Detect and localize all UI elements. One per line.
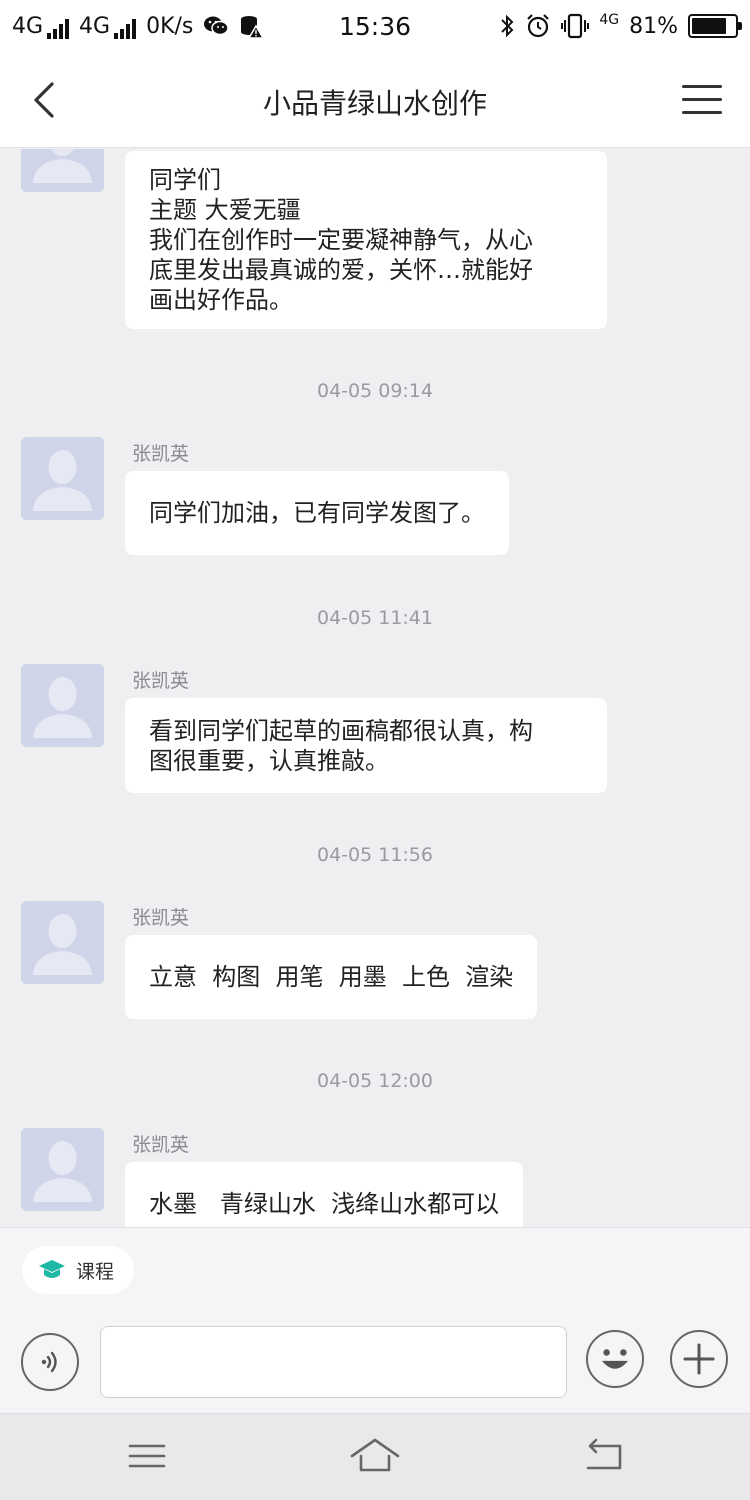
signal-1: 4G: [12, 13, 70, 39]
battery-icon: [688, 14, 742, 38]
back-arrow-icon[interactable]: [26, 80, 66, 120]
sender-name: 张凯英: [132, 1134, 190, 1156]
plus-icon: [683, 1343, 715, 1375]
status-bar: 4G 4G 0K/s 15:36 4G 81%: [0, 0, 750, 52]
message-bubble: 同学们加油，已有同学发图了。: [125, 471, 509, 555]
default-user-icon: [21, 1128, 104, 1211]
message-input[interactable]: [100, 1326, 567, 1398]
home-icon[interactable]: [350, 1434, 400, 1478]
message-item: 张凯英 看到同学们起草的画稿都很认真，构 图很重要，认真推敲。: [0, 664, 750, 794]
avatar[interactable]: [21, 1128, 104, 1211]
page-title: 小品青绿山水创作: [262, 87, 487, 120]
course-label: 课程: [76, 1260, 115, 1283]
course-button[interactable]: 课程: [22, 1246, 135, 1294]
message-bubble: 同学们 主题 大爱无疆 我们在创作时一定要凝神静气，从心 底里发出最真诚的爱，关…: [125, 151, 607, 329]
wechat-icon: [204, 16, 230, 36]
graduation-cap-icon: [39, 1260, 65, 1278]
default-user-icon: [21, 437, 104, 520]
voice-button[interactable]: [21, 1333, 79, 1391]
nav-bar: 小品青绿山水创作: [0, 52, 750, 148]
battery-fill: [692, 18, 727, 34]
network-type-3: 4G: [599, 12, 620, 28]
menu-icon[interactable]: [682, 85, 722, 115]
timestamp: 04-05 12:00: [316, 1070, 433, 1092]
network-type-1: 4G: [12, 13, 44, 39]
system-nav-bar: [0, 1413, 750, 1500]
avatar[interactable]: [21, 664, 104, 747]
signal-bars-icon: [47, 18, 70, 39]
message-item: 张凯英 水墨 青绿山水 浅绛山水都可以: [0, 1128, 750, 1227]
message-bubble: 水墨 青绿山水 浅绛山水都可以: [125, 1162, 524, 1227]
timestamp: 04-05 11:56: [316, 844, 433, 866]
recent-apps-icon[interactable]: [122, 1434, 172, 1478]
chat-area[interactable]: 同学们 主题 大爱无疆 我们在创作时一定要凝神静气，从心 底里发出最真诚的爱，关…: [0, 149, 750, 1227]
message-item: 张凯英 立意 构图 用笔 用墨 上色 渲染: [0, 901, 750, 1021]
timestamp: 04-05 09:14: [316, 380, 433, 402]
emoji-button[interactable]: [586, 1330, 644, 1388]
message-item: 张凯英 同学们加油，已有同学发图了。: [0, 437, 750, 557]
back-nav-icon[interactable]: [578, 1434, 628, 1478]
storage-warning-icon: [241, 16, 264, 38]
default-user-icon: [21, 149, 104, 192]
signal-2: 4G: [79, 13, 137, 39]
more-button[interactable]: [670, 1330, 728, 1388]
default-user-icon: [21, 901, 104, 984]
default-user-icon: [21, 664, 104, 747]
message-bubble: 看到同学们起草的画稿都很认真，构 图很重要，认真推敲。: [125, 698, 607, 793]
vibrate-icon: [561, 13, 590, 39]
network-speed: 0K/s: [146, 13, 194, 39]
alarm-icon: [527, 14, 550, 38]
battery-percent: 81%: [629, 13, 678, 39]
avatar[interactable]: [21, 901, 104, 984]
avatar[interactable]: [21, 437, 104, 520]
sender-name: 张凯英: [132, 670, 190, 692]
timestamp: 04-05 11:41: [316, 607, 433, 629]
status-left: 4G 4G 0K/s: [12, 13, 264, 39]
smiley-icon: [601, 1349, 629, 1369]
message-item: 同学们 主题 大爱无疆 我们在创作时一定要凝神静气，从心 底里发出最真诚的爱，关…: [0, 149, 750, 339]
status-right: 4G 81%: [499, 12, 742, 39]
sender-name: 张凯英: [132, 443, 190, 465]
input-panel: 课程: [0, 1227, 750, 1413]
voice-icon: [41, 1351, 57, 1373]
message-bubble: 立意 构图 用笔 用墨 上色 渲染: [125, 935, 538, 1019]
avatar[interactable]: [21, 149, 104, 192]
network-type-2: 4G: [79, 13, 111, 39]
bluetooth-icon: [501, 14, 514, 38]
signal-bars-icon: [114, 18, 137, 39]
sender-name: 张凯英: [132, 907, 190, 929]
